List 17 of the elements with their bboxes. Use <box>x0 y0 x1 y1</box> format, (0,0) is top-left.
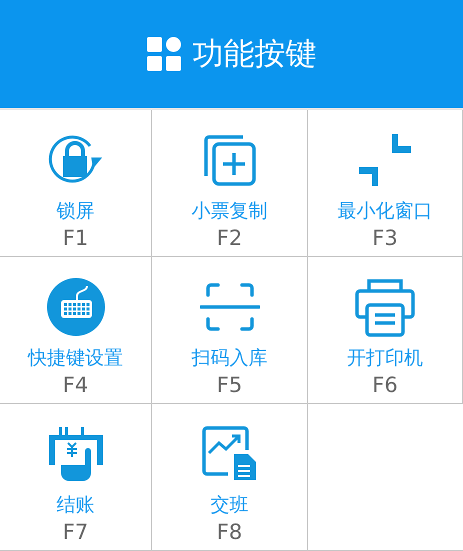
function-key-button[interactable]: 交班 F8 <box>152 404 308 551</box>
cash-hand-icon <box>48 427 102 481</box>
function-key-button[interactable]: 最小化窗口 F3 <box>308 110 463 257</box>
chart-document-icon <box>202 426 258 482</box>
header-title: 功能按键 <box>192 35 316 74</box>
minimize-icon <box>359 134 411 186</box>
copy-plus-icon <box>202 134 256 186</box>
printer-icon <box>355 277 415 337</box>
function-key-button[interactable]: 小票复制 F2 <box>152 110 308 257</box>
function-key-button[interactable]: 锁屏 F1 <box>0 110 152 257</box>
function-key-button[interactable]: 扫码入库 F5 <box>152 257 308 404</box>
scan-icon <box>200 283 260 331</box>
keyboard-icon <box>46 278 104 336</box>
function-key-button[interactable]: 快捷键设置 F4 <box>0 257 152 404</box>
function-key-button[interactable]: 结账 F7 <box>0 404 152 551</box>
function-key-button[interactable]: 开打印机 F6 <box>308 257 463 404</box>
grid-icon <box>146 37 180 71</box>
